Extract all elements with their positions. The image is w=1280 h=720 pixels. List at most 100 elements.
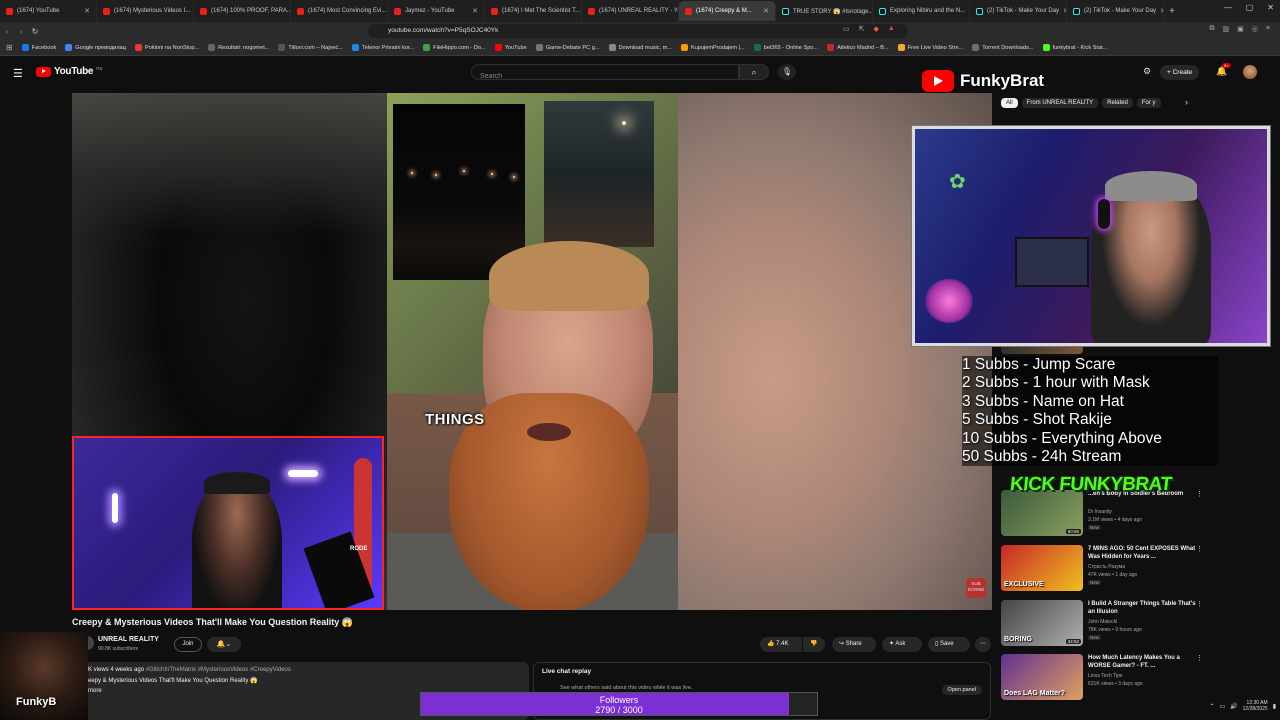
browser-tab[interactable]: (1674) YouTube ✕ [0, 1, 97, 21]
clock[interactable]: 12:30 AM 12/28/2025 [1243, 700, 1268, 712]
sidebar-icon[interactable]: ▥ [1223, 25, 1230, 33]
install-icon[interactable]: ▭ [843, 25, 850, 33]
video-duration: 34:52 [1065, 639, 1081, 644]
bookmark-item[interactable]: Torrent Downloads... [972, 44, 1034, 51]
network-icon[interactable]: ▭ [1220, 703, 1226, 710]
save-button[interactable]: ▯ Save [928, 637, 970, 652]
bookmark-item[interactable]: Pokloni na NonStop... [135, 44, 199, 51]
ask-button[interactable]: ✦ Ask [882, 637, 922, 652]
recommendation-item[interactable]: BORING 34:52 I Build A Stranger Things Tab… [1001, 600, 1211, 652]
new-tab-icon[interactable]: + [1164, 6, 1180, 17]
wallet-icon[interactable]: ▣ [1237, 25, 1244, 33]
bookmark-item[interactable]: FileHippo.com - Do... [423, 44, 486, 51]
menu-icon[interactable]: ≡ [1266, 25, 1270, 33]
bookmark-item[interactable]: Rezultati: nogomet... [208, 44, 269, 51]
browser-tab[interactable]: (2) TikTok - Make Your Day✕ [1067, 1, 1164, 21]
browser-tab[interactable]: Exploring Nibiru and the N...✕ [873, 1, 970, 21]
maximize-icon[interactable]: ▢ [1246, 3, 1254, 12]
youtube-logo[interactable]: YouTube RS [36, 66, 102, 77]
browser-tab[interactable]: (1674) UNREAL REALITY - Y...✕ [582, 1, 679, 21]
brave-rewards-icon[interactable]: ▲ [888, 25, 895, 33]
more-vert-icon[interactable]: ⋮ [1196, 654, 1203, 662]
create-button[interactable]: + Create [1160, 65, 1200, 80]
guide-menu-icon[interactable]: ☰ [13, 67, 23, 80]
bookmark-label: Torrent Downloads... [982, 44, 1034, 51]
filter-chip[interactable]: Related [1102, 98, 1133, 108]
more-vert-icon[interactable]: ⋮ [1196, 600, 1203, 608]
recommendation-item[interactable]: Does LAG Matter? How Much Latency Makes Y… [1001, 654, 1211, 706]
volume-icon[interactable]: 🔊 [1230, 703, 1237, 710]
filter-chip[interactable]: From UNREAL REALITY [1021, 98, 1099, 108]
bookmark-item[interactable]: Download music, m... [608, 44, 672, 51]
browser-tab[interactable]: (1674) Creepy & M... ✕ [679, 1, 776, 21]
video-thumbnail[interactable]: BORING 34:52 [1001, 600, 1083, 646]
back-icon[interactable]: ‹ [0, 27, 14, 36]
tray-chevron-icon[interactable]: ⌃ [1209, 703, 1214, 710]
filter-chip[interactable]: All [1001, 98, 1018, 108]
recommendation-channel[interactable]: Linus Tech Tips [1088, 673, 1122, 679]
account-avatar[interactable] [1243, 65, 1257, 79]
sub-goal: 5 Subbs - Shot Rakije [962, 411, 1112, 429]
bookmark-item[interactable]: Titlovi.com – Najveć... [278, 44, 343, 51]
close-tab-icon[interactable]: ✕ [84, 7, 90, 15]
address-bar[interactable]: youtube.com/watch?v=P5qSOJC40Yk [368, 24, 908, 38]
bookmark-item[interactable]: Facebook [21, 44, 56, 51]
video-thumbnail[interactable]: EXCLUSIVE [1001, 545, 1083, 591]
browser-tab[interactable]: (1674) Most Convincing Evi...✕ [291, 1, 388, 21]
apps-icon[interactable]: ⊞ [6, 43, 13, 52]
bookmark-item[interactable]: funkybrat - Kick Stat... [1042, 44, 1107, 51]
like-button[interactable]: 👍 7.4K [760, 637, 802, 652]
bookmark-item[interactable]: Telenor Privatni kor... [351, 44, 414, 51]
browser-tab[interactable]: (1674) Mysterious Videos I...✕ [97, 1, 194, 21]
bookmark-item[interactable]: Google преводилац [65, 44, 126, 51]
minimize-icon[interactable]: — [1224, 3, 1232, 12]
forward-icon[interactable]: › [14, 27, 28, 36]
vpn-icon[interactable]: ◎ [1252, 25, 1258, 33]
share-button[interactable]: ↪ Share [832, 637, 876, 652]
recommendation-item[interactable]: EXCLUSIVE 7 MINS AGO: 50 Cent EXPOSES Wha… [1001, 545, 1211, 597]
voice-search-button[interactable]: 🎙 [778, 64, 796, 80]
hashtags[interactable]: #GlitchInTheMatrix #MysteriousVideos #Cr… [146, 667, 291, 673]
bookmark-item[interactable]: KupujemProdajem |... [680, 44, 745, 51]
brave-shield-icon[interactable]: ◆ [874, 25, 879, 33]
more-vert-icon[interactable]: ⋮ [1196, 545, 1203, 553]
chevron-right-icon[interactable]: › [1185, 97, 1188, 107]
video-thumbnail[interactable]: 50:56 [1001, 490, 1083, 536]
bookmark-item[interactable]: Game-Debate PC g... [535, 44, 600, 51]
browser-tab[interactable]: TRUE STORY 😱 #tsnotage...✕ [776, 1, 873, 21]
browser-tab[interactable]: (2) TikTok - Make Your Day✕ [970, 1, 1067, 21]
more-vert-icon[interactable]: ⋮ [1196, 490, 1203, 498]
recommendation-item[interactable]: 50:56 ...en's Body in Soldier's Bedroom Dr… [1001, 490, 1211, 542]
bookmark-item[interactable]: Atletico Madrid – B... [827, 44, 889, 51]
more-actions-button[interactable]: ⋯ [975, 637, 991, 652]
close-tab-icon[interactable]: ✕ [472, 7, 478, 15]
subscribe-watermark[interactable]: SUB SCRIBE [966, 578, 986, 598]
close-icon[interactable]: ✕ [1267, 3, 1274, 12]
share-page-icon[interactable]: ⇱ [859, 25, 865, 33]
extension-icon[interactable]: ⧉ [1210, 25, 1215, 33]
close-tab-icon[interactable]: ✕ [763, 7, 769, 15]
search-button[interactable]: ⌕ [739, 64, 769, 80]
video-thumbnail[interactable]: Does LAG Matter? [1001, 654, 1083, 700]
filter-chip[interactable]: For y [1136, 98, 1161, 108]
open-panel-button[interactable]: Open panel [941, 685, 982, 695]
bookmark-item[interactable]: bet365 - Online Spo... [753, 44, 818, 51]
browser-tab[interactable]: (1674) I Met The Scientist T...✕ [485, 1, 582, 21]
search-input[interactable] [472, 69, 738, 84]
recommendation-channel[interactable]: Dr Insanity [1088, 509, 1112, 515]
reload-icon[interactable]: ↻ [28, 27, 42, 36]
browser-tab[interactable]: Jaymez - YouTube ✕ [388, 1, 485, 21]
join-button[interactable]: Join [174, 637, 202, 652]
recommendation-channel[interactable]: John Malecki [1088, 619, 1117, 625]
dislike-button[interactable]: 👎 [803, 637, 825, 652]
subscription-bell-button[interactable]: 🔔⌄ [207, 637, 241, 652]
recommendation-channel[interactable]: Страсть Разума [1088, 564, 1125, 570]
browser-tab[interactable]: (1674) 100% PROOF, PARA...✕ [194, 1, 291, 21]
bookmark-item[interactable]: YouTube [494, 44, 527, 51]
bookmark-item[interactable]: Free Live Video Stre... [897, 44, 963, 51]
notification-center-icon[interactable]: ▮ [1273, 703, 1276, 710]
recommendation-views: 3.1M views • 4 days ago [1088, 517, 1142, 523]
cast-icon[interactable]: ⚙ [1143, 66, 1151, 77]
new-badge: New [1088, 635, 1102, 640]
channel-name[interactable]: UNREAL REALITY [98, 636, 159, 643]
